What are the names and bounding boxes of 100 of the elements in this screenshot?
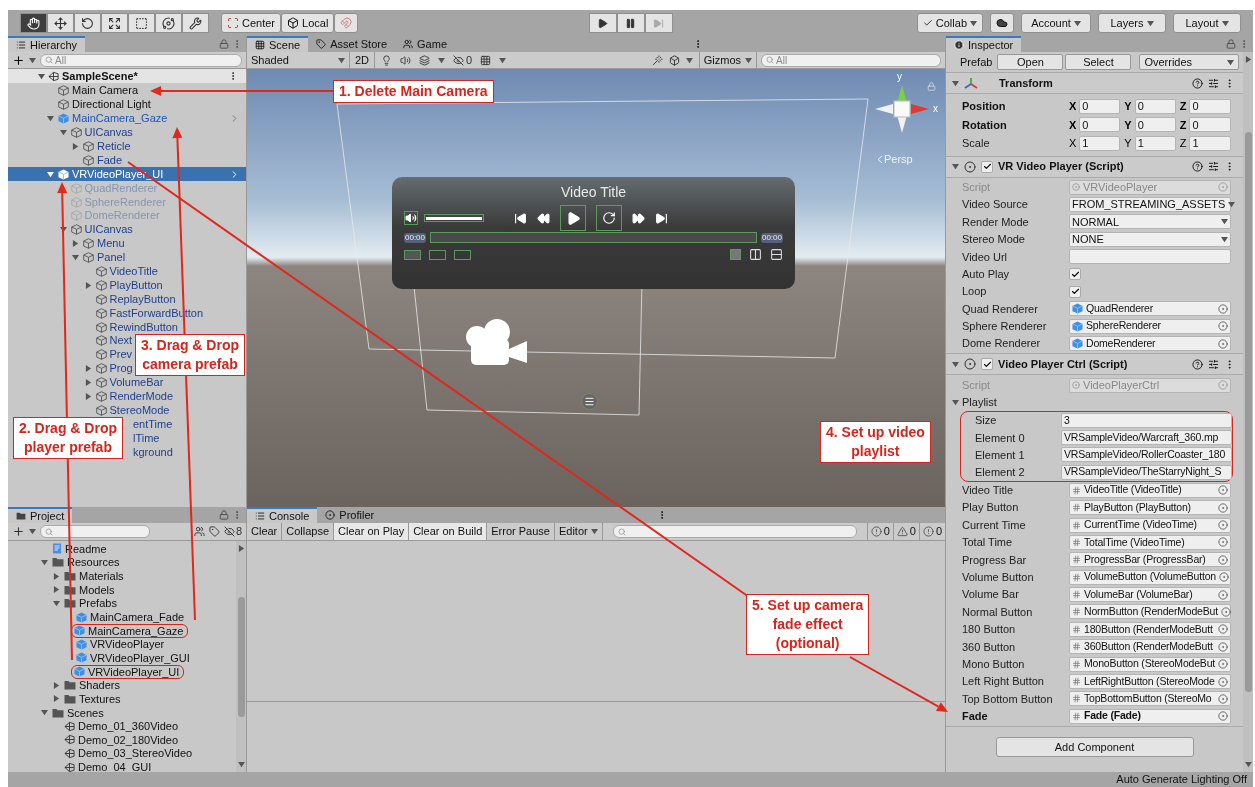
project-item[interactable]: VRVideoPlayer_GUI [74,651,192,664]
tool-button[interactable] [155,13,182,33]
window-tab[interactable]: Scene [247,36,309,52]
foldout-arrow[interactable] [499,56,507,64]
rewind-icon[interactable] [537,211,550,225]
add-icon[interactable] [12,525,25,538]
foldout-arrow[interactable] [59,226,67,234]
hierarchy-item[interactable]: Reticle [83,140,131,153]
hidden-objects-toggle[interactable]: 0 [453,51,473,69]
foldout-arrow[interactable] [84,281,92,289]
render-mode-button[interactable] [429,249,446,260]
layers-icon[interactable] [419,54,431,66]
object-picker-icon[interactable] [1219,572,1229,583]
hierarchy-item[interactable]: RenderMode [95,390,174,404]
object-picker-icon[interactable] [1218,693,1228,704]
hierarchy-item[interactable]: entTime [133,417,173,431]
value-field[interactable]: 3 [1061,413,1232,429]
foldout-arrow[interactable] [52,586,60,594]
project-item[interactable]: Scenes [50,706,106,719]
foldout-arrow[interactable] [38,72,45,80]
hierarchy-item[interactable]: RewindButton [95,320,178,334]
foldout-arrow[interactable] [84,379,92,387]
foldout-arrow[interactable] [84,365,92,373]
hierarchy-item[interactable]: PlayButton [95,278,163,292]
sliders-icon[interactable] [1208,161,1219,172]
layout-dropdown[interactable]: Layout [1173,13,1241,33]
foldout-arrow[interactable] [72,254,79,262]
gizmos-dropdown[interactable]: Gizmos [698,52,757,68]
foldout-arrow[interactable] [40,709,48,716]
window-tab[interactable]: Hierarchy [8,36,86,52]
pivot-button[interactable]: Center [221,13,282,33]
window-tab[interactable]: Project [8,507,73,523]
sliders-icon[interactable] [1208,77,1219,89]
value-field[interactable]: TotalTime (VideoTime) [1069,534,1231,550]
hierarchy-item[interactable]: StereoMode [95,403,170,417]
hierarchy-item[interactable]: UICanvas [70,126,133,140]
project-item[interactable]: VRVideoPlayer [74,638,167,651]
log-count-toggle[interactable]: 0 [892,523,919,540]
foldout-arrow[interactable] [52,695,60,703]
lock-icon[interactable] [1226,39,1236,49]
value-field[interactable]: MonoButton (StereoModeBut [1069,656,1231,672]
hierarchy-item[interactable]: Prog [95,362,133,376]
value-field[interactable]: SphereRenderer [1069,318,1231,334]
tool-button[interactable] [182,13,209,33]
foldout-arrow[interactable] [29,528,36,535]
value-field[interactable]: DomeRenderer [1069,336,1231,352]
seek-track[interactable] [430,232,757,243]
value-field[interactable]: 0 [1134,98,1176,114]
value-field[interactable]: 0 [1134,117,1176,133]
hierarchy-item[interactable]: Main Camera [58,84,139,98]
hierarchy-item[interactable]: VolumeBar [95,376,164,390]
foldout-arrow[interactable] [590,528,598,535]
project-item[interactable]: Demo_02_180Video [62,733,181,746]
object-picker-icon[interactable] [1218,502,1228,513]
object-picker-icon[interactable] [1218,338,1228,349]
window-tab[interactable]: Console [247,507,318,523]
value-field[interactable]: TopBottomButton (StereoMo [1069,691,1231,707]
window-tab[interactable]: Profiler [317,507,383,523]
foldout-arrow[interactable] [952,399,959,406]
hierarchy-item[interactable]: lTime [133,431,160,445]
snap-button[interactable] [334,13,359,33]
foldout-arrow[interactable] [438,56,446,64]
foldout-arrow[interactable] [72,240,79,248]
project-item[interactable]: MainCamera_Fade [74,611,187,623]
foldout-arrow[interactable] [1221,218,1228,226]
menu-icon[interactable] [581,393,598,410]
value-field[interactable]: ProgressBar (ProgressBar) [1069,552,1231,568]
foldout-arrow[interactable] [952,163,959,170]
checkbox[interactable] [981,358,993,371]
skip-back-icon[interactable] [514,211,527,225]
project-item[interactable]: MainCamera_Gaze [71,623,189,638]
dropdown[interactable]: NONE [1069,231,1231,247]
foldout-arrow[interactable] [52,599,60,607]
hierarchy-item[interactable]: kground [133,445,173,459]
scrollbar[interactable] [1243,52,1253,772]
collab-dropdown[interactable]: Collab [916,13,983,33]
tool-button[interactable] [20,13,47,33]
foldout-arrow[interactable] [237,545,245,552]
window-tab[interactable]: Asset Store [308,36,396,52]
play-button[interactable] [560,205,586,231]
value-field[interactable]: 0 [1189,98,1231,114]
object-picker-icon[interactable] [1218,537,1228,548]
pivot-button[interactable]: Local [281,13,335,33]
prefab-button[interactable]: Select [1065,54,1132,70]
value-field[interactable]: 1 [1189,135,1231,151]
help-icon[interactable] [1192,161,1203,172]
project-item[interactable]: Prefabs [62,597,119,610]
foldout-arrow[interactable] [29,56,36,64]
tool-button[interactable] [47,13,74,33]
editor-dropdown[interactable]: Editor [554,523,603,540]
hierarchy-item[interactable]: Directional Light [58,98,151,112]
wand-icon[interactable] [651,54,663,66]
value-field[interactable]: QuadRenderer [1069,301,1231,317]
hierarchy-item[interactable]: Next [95,334,133,348]
value-field[interactable]: VolumeButton (VolumeButton [1069,569,1231,585]
window-tab[interactable]: Inspector [946,36,1022,52]
object-picker-icon[interactable] [1218,711,1228,722]
value-field[interactable]: 0 [1189,117,1231,133]
project-item[interactable]: Textures [62,692,123,705]
foldout-arrow[interactable] [52,681,60,689]
